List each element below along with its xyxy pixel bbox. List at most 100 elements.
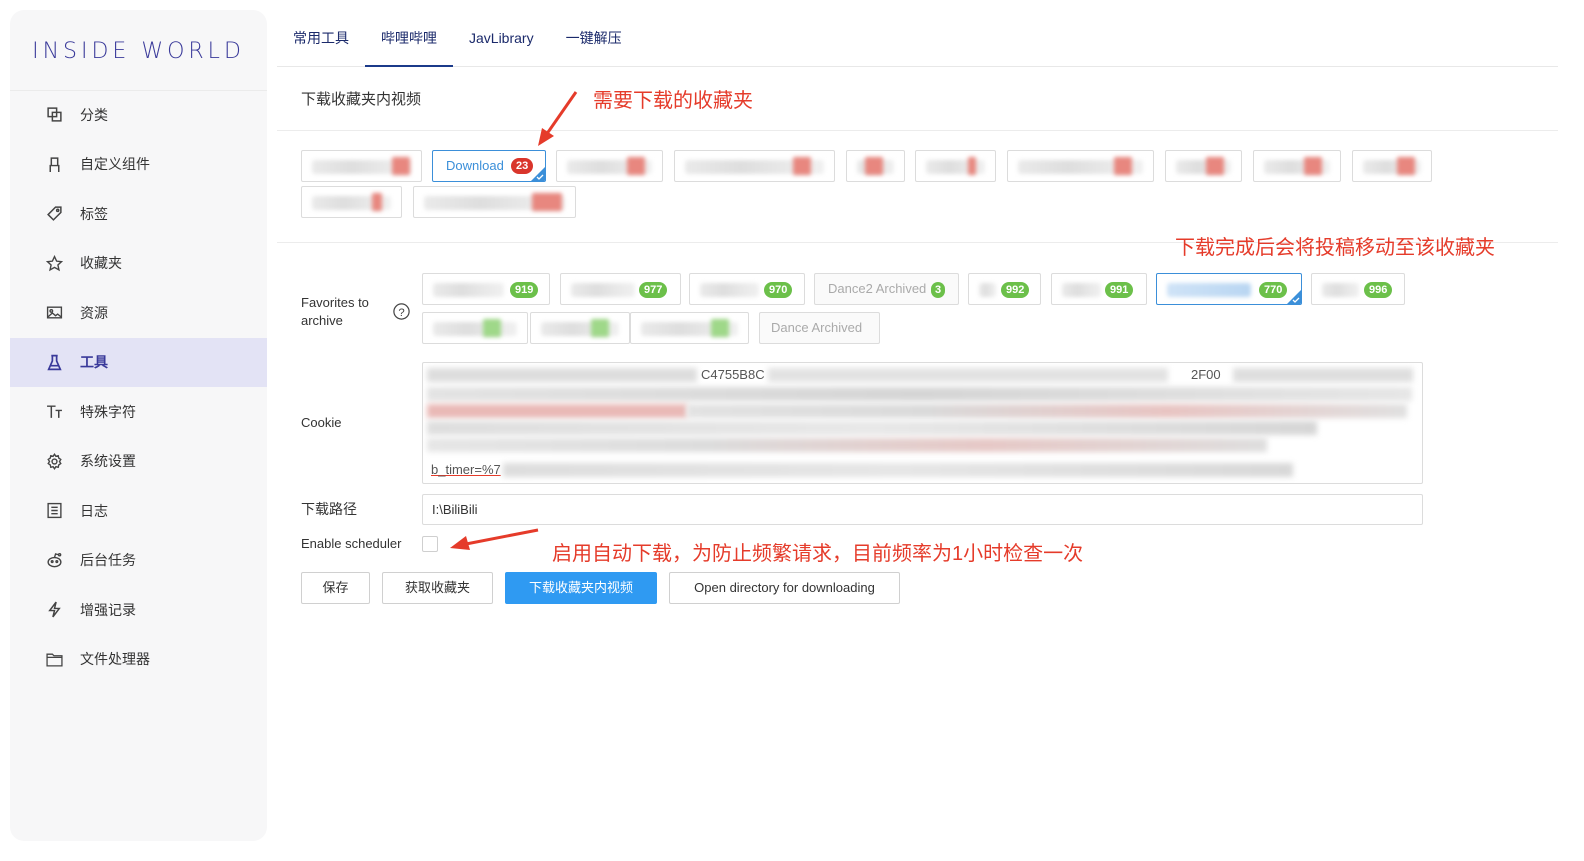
help-icon[interactable]: ? — [392, 302, 411, 321]
sidebar-item-label: 工具 — [80, 354, 108, 371]
tag-label: Dance2 Archived — [828, 281, 927, 296]
sidebar-item-settings[interactable]: 系统设置 — [10, 437, 267, 487]
count-badge: 23 — [511, 158, 534, 174]
sidebar-item-tools[interactable]: 工具 — [10, 337, 267, 387]
archive-tag-selected[interactable]: 770 — [1156, 273, 1302, 305]
sidebar-item-label: 增强记录 — [80, 601, 136, 618]
favorite-tag[interactable] — [846, 150, 905, 182]
favorite-tag[interactable] — [915, 150, 996, 182]
cookie-label: Cookie — [301, 415, 342, 430]
sidebar-item-custom-components[interactable]: 自定义组件 — [10, 140, 267, 190]
cookie-fragment: 2F00 — [1191, 367, 1221, 382]
sidebar-item-label: 系统设置 — [80, 453, 136, 470]
favorite-tag[interactable] — [1253, 150, 1341, 182]
sidebar-item-label: 分类 — [80, 106, 108, 123]
archive-tag[interactable] — [422, 312, 528, 344]
cookie-fragment: b_timer=%7 — [431, 462, 501, 477]
archive-tag[interactable]: 992 — [968, 273, 1041, 305]
count-badge: 996 — [1364, 282, 1393, 298]
sidebar-item-favorites[interactable]: 收藏夹 — [10, 239, 267, 289]
count-badge: 3 — [931, 282, 946, 298]
flask-icon — [45, 353, 63, 371]
check-icon — [1292, 297, 1300, 303]
count-badge: 991 — [1105, 282, 1134, 298]
favorite-tag[interactable] — [1007, 150, 1154, 182]
sidebar-item-file-processor[interactable]: 文件处理器 — [10, 635, 267, 685]
sidebar-item-special-chars[interactable]: 特殊字符 — [10, 387, 267, 437]
sidebar-item-enhancements[interactable]: 增强记录 — [10, 585, 267, 635]
sidebar-item-label: 日志 — [80, 502, 108, 519]
favorite-tag[interactable] — [1165, 150, 1242, 182]
log-icon — [45, 502, 63, 520]
favorite-tag[interactable] — [556, 150, 663, 182]
favorite-tag[interactable] — [1352, 150, 1432, 182]
favorite-tag[interactable] — [413, 186, 576, 218]
archive-tag[interactable] — [630, 312, 749, 344]
count-badge: 992 — [1001, 282, 1030, 298]
blurred-text — [427, 438, 1267, 452]
page-title: 下载收藏夹内视频 — [301, 91, 422, 108]
favorite-tag-download[interactable]: Download 23 — [432, 150, 546, 182]
app-logo: INSIDE WORLD — [32, 39, 245, 64]
save-button[interactable]: 保存 — [301, 572, 370, 604]
blurred-text — [427, 404, 687, 418]
fetch-favorites-button[interactable]: 获取收藏夹 — [382, 572, 493, 604]
sidebar-item-resources[interactable]: 资源 — [10, 288, 267, 338]
download-videos-button[interactable]: 下载收藏夹内视频 — [505, 572, 657, 604]
count-badge: 977 — [639, 282, 668, 298]
favorite-tag[interactable] — [674, 150, 835, 182]
sidebar-item-background-tasks[interactable]: 后台任务 — [10, 536, 267, 586]
tag-label: Dance Archived — [771, 320, 863, 335]
blurred-text — [427, 368, 697, 382]
annotation-arrow — [538, 91, 578, 146]
tab-extract[interactable]: 一键解压 — [550, 10, 638, 66]
sidebar-item-label: 特殊字符 — [80, 403, 136, 420]
svg-text:?: ? — [398, 307, 404, 319]
archive-tag[interactable]: 970 — [689, 273, 805, 305]
tab-javlibrary[interactable]: JavLibrary — [453, 10, 550, 66]
tool-tabs: 常用工具 哔哩哔哩 JavLibrary 一键解压 — [277, 10, 1558, 67]
archive-label: Favorites to archive — [301, 295, 369, 328]
archive-tag-dance-archived[interactable]: Dance Archived — [759, 312, 880, 344]
blurred-text — [503, 463, 1293, 477]
download-path-input[interactable]: I:\BiliBili — [422, 494, 1423, 525]
tag-icon — [45, 205, 63, 223]
blurred-text — [768, 368, 1168, 382]
tab-common-tools[interactable]: 常用工具 — [277, 10, 365, 66]
favorite-tag[interactable] — [301, 186, 402, 218]
open-directory-button[interactable]: Open directory for downloading — [669, 572, 900, 604]
cookie-fragment: C4755B8C — [701, 367, 765, 382]
annotation-arrow — [450, 528, 539, 550]
sidebar-item-category[interactable]: 分类 — [10, 90, 267, 140]
annotation-move-after: 下载完成后会将投稿移动至该收藏夹 — [1175, 237, 1495, 259]
sidebar-item-logs[interactable]: 日志 — [10, 486, 267, 536]
tag-label: Download — [446, 158, 504, 173]
archive-tag[interactable]: 919 — [422, 273, 550, 305]
sidebar: INSIDE WORLD 分类 自定义组件 标签 收藏夹 资源 工具 特殊字符 … — [10, 10, 267, 841]
sidebar-item-label: 自定义组件 — [80, 156, 150, 173]
favorite-tag[interactable] — [301, 150, 422, 182]
count-badge: 970 — [764, 282, 793, 298]
annotation-auto-download: 启用自动下载，为防止频繁请求，目前频率为1小时检查一次 — [552, 543, 1084, 565]
check-icon — [536, 174, 544, 180]
tab-bilibili[interactable]: 哔哩哔哩 — [365, 10, 453, 67]
category-icon — [45, 106, 63, 124]
cookie-textarea[interactable]: C4755B8C 2F00 b_timer=%7 — [422, 362, 1423, 484]
component-icon — [45, 155, 63, 173]
blurred-text — [427, 387, 1412, 401]
count-badge: 770 — [1259, 282, 1288, 298]
sidebar-item-tags[interactable]: 标签 — [10, 189, 267, 239]
count-badge: 919 — [510, 282, 539, 298]
archive-tag[interactable] — [530, 312, 630, 344]
archive-tag[interactable]: 991 — [1051, 273, 1147, 305]
archive-tag-dance2[interactable]: Dance2 Archived 3 — [814, 273, 959, 305]
archive-tag[interactable]: 977 — [560, 273, 681, 305]
blurred-text — [427, 421, 1317, 435]
archive-tag[interactable]: 996 — [1311, 273, 1405, 305]
scheduler-checkbox[interactable] — [422, 536, 438, 552]
annotation-need-download: 需要下载的收藏夹 — [593, 90, 753, 112]
sidebar-menu: 分类 自定义组件 标签 收藏夹 资源 工具 特殊字符 系统设置 日志 后台任务 … — [10, 90, 267, 684]
lightning-icon — [45, 601, 63, 619]
sidebar-item-label: 资源 — [80, 304, 108, 321]
blurred-text — [687, 404, 1407, 418]
